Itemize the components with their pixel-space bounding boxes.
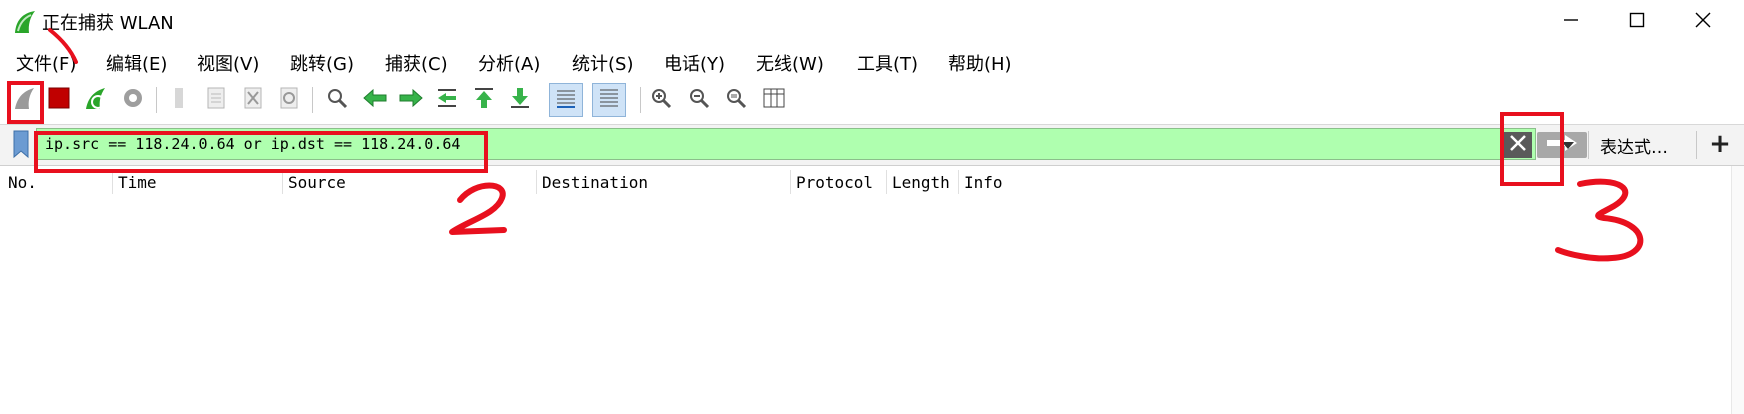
wireshark-app-icon xyxy=(12,9,38,35)
menu-file[interactable]: 文件(F) xyxy=(16,50,76,76)
toolbar-separator xyxy=(640,87,641,113)
packet-list[interactable]: No. Time Source Destination Protocol Len… xyxy=(0,165,1744,414)
save-file-icon xyxy=(205,86,227,114)
go-back-button[interactable] xyxy=(360,85,390,115)
go-last-icon xyxy=(508,86,532,114)
go-back-icon xyxy=(362,88,388,112)
annotation-box-apply xyxy=(1500,112,1564,186)
stop-capture-icon xyxy=(47,86,71,114)
menu-view[interactable]: 视图(V) xyxy=(197,50,259,76)
zoom-out-icon xyxy=(687,86,711,114)
capture-options-icon xyxy=(121,86,145,114)
restart-capture-button[interactable] xyxy=(81,85,111,115)
normal-size-button[interactable] xyxy=(721,85,751,115)
menu-capture[interactable]: 捕获(C) xyxy=(385,50,448,76)
go-first-button[interactable] xyxy=(469,85,499,115)
column-header-info[interactable]: Info xyxy=(964,173,1003,192)
resize-columns-icon xyxy=(762,86,786,114)
go-last-button[interactable] xyxy=(505,85,535,115)
column-separator[interactable] xyxy=(282,170,283,194)
zoom-out-button[interactable] xyxy=(684,85,714,115)
main-toolbar xyxy=(0,78,1744,125)
minimize-icon xyxy=(1563,12,1579,32)
find-packet-icon xyxy=(325,86,349,114)
reload-icon xyxy=(278,86,300,114)
column-separator[interactable] xyxy=(958,170,959,194)
normal-size-icon xyxy=(724,86,748,114)
menu-statistics[interactable]: 统计(S) xyxy=(572,50,633,76)
go-to-packet-button[interactable] xyxy=(432,85,462,115)
resize-columns-button[interactable] xyxy=(759,85,789,115)
colorize-icon xyxy=(597,86,621,114)
column-header-protocol[interactable]: Protocol xyxy=(796,173,873,192)
expression-button[interactable]: 表达式… xyxy=(1600,133,1668,158)
go-forward-button[interactable] xyxy=(396,85,426,115)
toolbar-separator xyxy=(312,87,313,113)
column-header-source[interactable]: Source xyxy=(288,173,346,192)
zoom-in-icon xyxy=(649,86,673,114)
menu-telephony[interactable]: 电话(Y) xyxy=(664,50,725,76)
window-title: 正在捕获 WLAN xyxy=(42,13,174,34)
column-separator[interactable] xyxy=(886,170,887,194)
column-header-no[interactable]: No. xyxy=(8,173,37,192)
packet-list-scrollbar[interactable] xyxy=(1731,166,1744,414)
go-first-icon xyxy=(472,86,496,114)
menu-analyze[interactable]: 分析(A) xyxy=(478,50,540,76)
bookmark-icon xyxy=(10,130,32,163)
title-bar: 正在捕获 WLAN xyxy=(0,0,1744,44)
autoscroll-icon xyxy=(554,86,578,114)
close-button[interactable] xyxy=(1672,0,1734,44)
column-separator[interactable] xyxy=(536,170,537,194)
menu-edit[interactable]: 编辑(E) xyxy=(106,50,167,76)
menu-wireless[interactable]: 无线(W) xyxy=(756,50,824,76)
colorize-button[interactable] xyxy=(592,83,626,117)
menu-help[interactable]: 帮助(H) xyxy=(948,50,1012,76)
zoom-in-button[interactable] xyxy=(646,85,676,115)
close-file-button[interactable] xyxy=(238,85,268,115)
column-separator[interactable] xyxy=(790,170,791,194)
column-separator[interactable] xyxy=(112,170,113,194)
go-to-packet-icon xyxy=(434,86,460,114)
annotation-box-start xyxy=(7,81,44,124)
menu-bar: 文件(F) 编辑(E) 视图(V) 跳转(G) 捕获(C) 分析(A) 统计(S… xyxy=(0,44,1744,78)
filter-separator xyxy=(1588,131,1589,159)
add-filter-button[interactable]: + xyxy=(1706,129,1734,159)
reload-button[interactable] xyxy=(274,85,304,115)
maximize-icon xyxy=(1629,12,1645,32)
open-file-icon xyxy=(170,86,190,114)
column-header-time[interactable]: Time xyxy=(118,173,157,192)
column-header-length[interactable]: Length xyxy=(892,173,950,192)
filter-bookmark-button[interactable] xyxy=(10,129,32,159)
filter-separator xyxy=(1696,131,1697,159)
menu-tools[interactable]: 工具(T) xyxy=(857,50,918,76)
close-file-icon xyxy=(242,86,264,114)
toolbar-separator xyxy=(156,87,157,113)
autoscroll-button[interactable] xyxy=(549,83,583,117)
capture-options-button[interactable] xyxy=(118,85,148,115)
column-header-destination[interactable]: Destination xyxy=(542,173,648,192)
go-forward-icon xyxy=(398,88,424,112)
minimize-button[interactable] xyxy=(1540,0,1602,44)
open-file-button[interactable] xyxy=(165,85,195,115)
menu-go[interactable]: 跳转(G) xyxy=(290,50,354,76)
annotation-box-filter xyxy=(34,131,488,173)
stop-capture-button[interactable] xyxy=(44,85,74,115)
close-icon xyxy=(1695,12,1711,32)
restart-capture-icon xyxy=(83,85,109,115)
save-file-button[interactable] xyxy=(201,85,231,115)
maximize-button[interactable] xyxy=(1606,0,1668,44)
find-packet-button[interactable] xyxy=(322,85,352,115)
